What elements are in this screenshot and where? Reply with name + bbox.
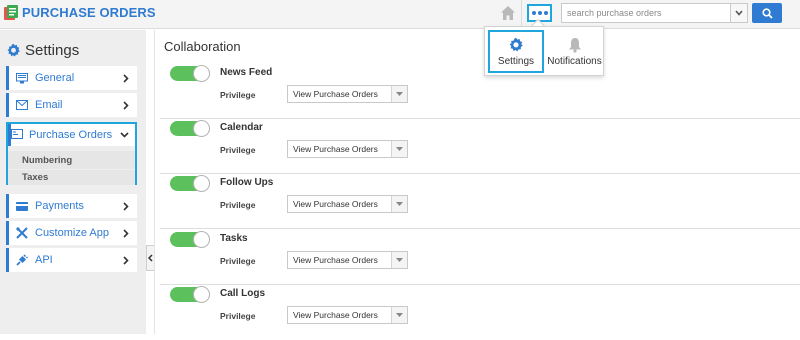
divider <box>521 0 522 29</box>
search-scope-dropdown[interactable] <box>730 4 747 22</box>
sidebar-group-purchase-orders: Purchase Orders Numbering Taxes <box>6 122 137 185</box>
search-icon <box>761 7 773 19</box>
sidebar-subitem-taxes[interactable]: Taxes <box>8 170 135 185</box>
home-icon[interactable] <box>500 5 516 21</box>
sidebar-item-purchase-orders[interactable]: Purchase Orders <box>8 124 135 146</box>
plug-icon <box>15 253 29 267</box>
toggle-knob <box>193 286 210 303</box>
toggle-knob <box>193 65 210 82</box>
collab-row-tasks: Tasks Privilege View Purchase Orders <box>160 230 800 285</box>
privilege-value: View Purchase Orders <box>293 310 378 320</box>
sidebar-item-general[interactable]: General <box>6 66 137 90</box>
privilege-value: View Purchase Orders <box>293 144 378 154</box>
caret-down-icon <box>391 141 407 157</box>
chevron-right-icon <box>119 226 133 240</box>
chevron-right-icon <box>119 71 133 85</box>
enable-toggle[interactable] <box>170 175 210 192</box>
search-box <box>561 3 748 23</box>
sidebar-item-customize-app[interactable]: Customize App <box>6 221 137 245</box>
row-title: Follow Ups <box>220 177 274 188</box>
envelope-icon <box>15 98 29 112</box>
purchase-orders-logo <box>4 5 18 20</box>
privilege-select[interactable]: View Purchase Orders <box>287 195 408 213</box>
sidebar-header: Settings <box>6 42 79 59</box>
sidebar: Settings General Email Purchase Orders N… <box>0 30 146 334</box>
sidebar-item-label: API <box>35 254 53 266</box>
chevron-right-icon <box>119 199 133 213</box>
search-input[interactable] <box>562 4 730 22</box>
more-dot <box>537 11 542 15</box>
search-button[interactable] <box>752 3 782 23</box>
collab-row-calendar: Calendar Privilege View Purchase Orders <box>160 119 800 174</box>
sidebar-item-api[interactable]: API <box>6 248 137 272</box>
sidebar-item-label: Payments <box>35 200 84 212</box>
more-dots-icon <box>531 11 536 15</box>
top-bar: PURCHASE ORDERS <box>0 0 800 29</box>
list-icon <box>11 126 23 144</box>
sidebar-title: Settings <box>25 42 80 59</box>
caret-down-icon <box>391 252 407 268</box>
sidebar-item-label: General <box>35 72 75 84</box>
privilege-select[interactable]: View Purchase Orders <box>287 251 408 269</box>
toggle-knob <box>193 175 210 192</box>
more-button[interactable] <box>527 4 552 22</box>
privilege-label: Privilege <box>220 311 256 321</box>
row-title: News Feed <box>220 67 273 78</box>
sidebar-item-label: Customize App <box>35 227 109 239</box>
gear-icon <box>7 43 20 57</box>
privilege-label: Privilege <box>220 256 256 266</box>
privilege-select[interactable]: View Purchase Orders <box>287 85 408 103</box>
privilege-select[interactable]: View Purchase Orders <box>287 140 408 158</box>
caret-down-icon <box>391 86 407 102</box>
toggle-knob <box>193 231 210 248</box>
section-title: Collaboration <box>164 39 241 54</box>
enable-toggle[interactable] <box>170 286 210 303</box>
sidebar-item-label: Email <box>35 99 63 111</box>
tools-icon <box>15 226 29 240</box>
chevron-down-icon <box>735 10 743 16</box>
row-title: Tasks <box>220 233 248 244</box>
row-title: Call Logs <box>220 288 266 299</box>
collab-row-call-logs: Call Logs Privilege View Purchase Orders <box>160 285 800 340</box>
privilege-value: View Purchase Orders <box>293 199 378 209</box>
enable-toggle[interactable] <box>170 120 210 137</box>
app-title[interactable]: PURCHASE ORDERS <box>22 5 156 20</box>
gear-icon <box>509 37 523 51</box>
chevron-left-icon <box>148 254 153 262</box>
sidebar-item-label: Purchase Orders <box>29 129 113 141</box>
collab-row-news-feed: News Feed Privilege View Purchase Orders <box>160 64 800 119</box>
caret-down-icon <box>391 307 407 323</box>
privilege-select[interactable]: View Purchase Orders <box>287 306 408 324</box>
caret-down-icon <box>391 196 407 212</box>
row-title: Calendar <box>220 122 263 133</box>
sidebar-subitem-numbering[interactable]: Numbering <box>8 151 135 169</box>
collab-row-follow-ups: Follow Ups Privilege View Purchase Order… <box>160 174 800 229</box>
sidebar-item-payments[interactable]: Payments <box>6 194 137 218</box>
sidebar-item-email[interactable]: Email <box>6 93 137 117</box>
enable-toggle[interactable] <box>170 231 210 248</box>
more-dot <box>543 11 548 15</box>
divider <box>154 30 155 334</box>
enable-toggle[interactable] <box>170 65 210 82</box>
privilege-label: Privilege <box>220 90 256 100</box>
bell-icon <box>568 37 581 53</box>
chevron-right-icon <box>119 98 133 112</box>
toggle-knob <box>193 120 210 137</box>
chevron-down-icon <box>117 128 131 142</box>
privilege-label: Privilege <box>220 145 256 155</box>
monitor-icon <box>15 71 29 85</box>
privilege-value: View Purchase Orders <box>293 89 378 99</box>
privilege-label: Privilege <box>220 200 256 210</box>
chevron-right-icon <box>119 253 133 267</box>
privilege-value: View Purchase Orders <box>293 255 378 265</box>
credit-card-icon <box>15 199 29 213</box>
